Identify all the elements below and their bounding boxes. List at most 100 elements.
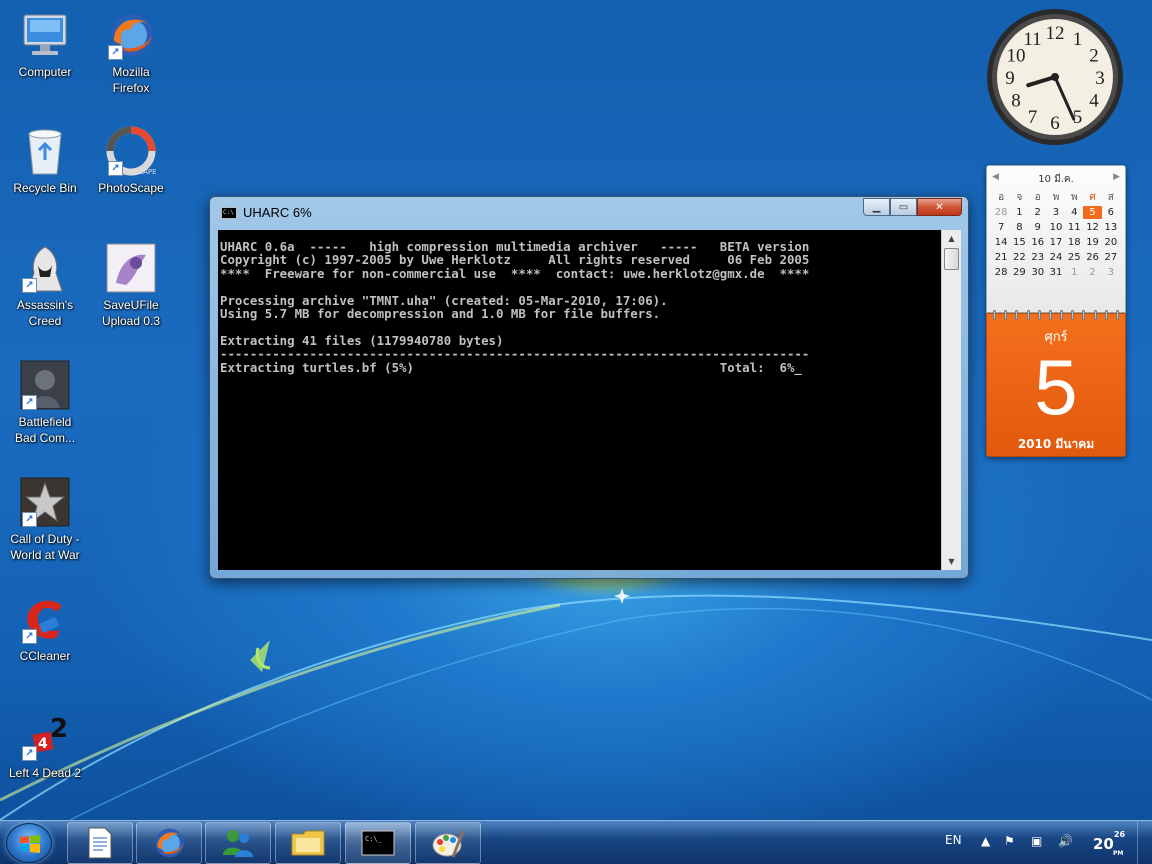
- calendar-day[interactable]: 2: [1083, 266, 1101, 279]
- taskbar-clock[interactable]: 2026 PM: [1093, 830, 1125, 857]
- calendar-day[interactable]: 30: [1029, 266, 1047, 279]
- calendar-day[interactable]: 3: [1102, 266, 1120, 279]
- desktop-icon-left4dead2[interactable]: 4 2 ↗ Left 4 Dead 2: [0, 711, 90, 781]
- action-center-flag-icon[interactable]: ⚑: [1004, 834, 1015, 848]
- console-window[interactable]: C:\ UHARC 6% ▁ ▭ ✕ UHARC 0.6a ----- high…: [209, 196, 969, 579]
- maximize-button[interactable]: ▭: [890, 198, 917, 216]
- language-indicator[interactable]: EN: [945, 833, 962, 847]
- calendar-day[interactable]: 1: [1010, 206, 1028, 219]
- show-hidden-icons-icon[interactable]: ▲: [981, 834, 990, 848]
- calendar-day[interactable]: 1: [1065, 266, 1083, 279]
- console-output[interactable]: UHARC 0.6a ----- high compression multim…: [218, 230, 941, 570]
- desktop-icon-ccleaner[interactable]: ↗ CCleaner: [0, 594, 90, 664]
- clock-gadget[interactable]: 12 1 2 3 4 5 6 7 8 9 10 11: [985, 7, 1125, 147]
- calendar-day[interactable]: 15: [1010, 236, 1028, 249]
- next-month-icon[interactable]: ▶: [1113, 172, 1120, 187]
- svg-text:TOSCAPE: TOSCAPE: [123, 168, 156, 176]
- calendar-gadget[interactable]: ◀ 10 มี.ค. ▶ อจอพพศส 28 1 2 3 4 5 6 7 8 9 10 11 12 13 1…: [986, 165, 1126, 457]
- binder-rings: [993, 310, 1119, 320]
- calendar-day[interactable]: 18: [1065, 236, 1083, 249]
- desktop-icon-photoscape[interactable]: TOSCAPE ↗ PhotoScape: [86, 126, 176, 196]
- svg-text:4: 4: [38, 736, 48, 752]
- desktop-icon-label: CCleaner: [19, 649, 71, 663]
- calendar-day[interactable]: 11: [1065, 221, 1083, 234]
- calendar-day[interactable]: 31: [1047, 266, 1065, 279]
- calendar-day[interactable]: 21: [992, 251, 1010, 264]
- recycle-bin-icon: [20, 126, 70, 176]
- desktop-icon-battlefield[interactable]: ↗ Battlefield Bad Com...: [0, 360, 90, 446]
- desktop[interactable]: Computer ↗ Mozilla Firefox Recycle Bin T…: [0, 0, 1152, 864]
- calendar-day[interactable]: 14: [992, 236, 1010, 249]
- calendar-day[interactable]: 9: [1029, 221, 1047, 234]
- calendar-day[interactable]: 16: [1029, 236, 1047, 249]
- calendar-day[interactable]: 26: [1083, 251, 1101, 264]
- desktop-icon-firefox[interactable]: ↗ Mozilla Firefox: [86, 10, 176, 96]
- calendar-day[interactable]: 19: [1083, 236, 1101, 249]
- calendar-day[interactable]: 17: [1047, 236, 1065, 249]
- desktop-icon-saveufile[interactable]: SaveUFile Upload 0.3: [86, 243, 176, 329]
- calendar-day[interactable]: 7: [992, 221, 1010, 234]
- prev-month-icon[interactable]: ◀: [992, 172, 999, 187]
- calendar-day[interactable]: 25: [1065, 251, 1083, 264]
- network-icon[interactable]: ▣: [1031, 834, 1042, 848]
- calendar-grid: อจอพพศส 28 1 2 3 4 5 6 7 8 9 10 11 12 13 14 15 16 17 18 19 20…: [992, 191, 1120, 279]
- calendar-day[interactable]: 20: [1102, 236, 1120, 249]
- calendar-day[interactable]: 6: [1102, 206, 1120, 219]
- paint-icon: [432, 830, 465, 858]
- desktop-icon-computer[interactable]: Computer: [0, 10, 90, 80]
- calendar-day[interactable]: 12: [1083, 221, 1101, 234]
- desktop-icon-label: Call of Duty - World at War: [10, 532, 80, 562]
- show-desktop-button[interactable]: [1137, 821, 1152, 864]
- console-text: UHARC 0.6a ----- high compression multim…: [220, 239, 810, 375]
- taskbar-documents-button[interactable]: [67, 822, 133, 864]
- calendar-today[interactable]: 5: [1083, 206, 1102, 219]
- calendar-day[interactable]: 22: [1010, 251, 1028, 264]
- close-button[interactable]: ✕: [917, 198, 962, 216]
- clock-numeral: 8: [1011, 91, 1021, 112]
- calendar-day[interactable]: 24: [1047, 251, 1065, 264]
- taskbar-paint-button[interactable]: [415, 822, 481, 864]
- desktop-icon-label: Computer: [18, 65, 72, 79]
- desktop-icon-call-of-duty[interactable]: ↗ Call of Duty - World at War: [0, 477, 90, 563]
- desktop-icon-assassins-creed[interactable]: ↗ Assassin's Creed: [0, 243, 90, 329]
- calendar-day[interactable]: 28: [992, 266, 1010, 279]
- calendar-month-year: 2010 มีนาคม: [1017, 437, 1095, 451]
- computer-icon: [20, 10, 70, 60]
- calendar-day[interactable]: 29: [1010, 266, 1028, 279]
- call-of-duty-icon: ↗: [20, 477, 70, 527]
- volume-icon[interactable]: 🔊: [1058, 834, 1073, 848]
- taskbar-firefox-button[interactable]: [136, 822, 202, 864]
- shortcut-arrow-icon: ↗: [22, 512, 37, 527]
- calendar-day[interactable]: 10: [1047, 221, 1065, 234]
- calendar-day[interactable]: 13: [1102, 221, 1120, 234]
- clock-numeral: 1: [1073, 29, 1083, 50]
- clock-minute: 26: [1113, 830, 1126, 839]
- window-titlebar[interactable]: C:\ UHARC 6% ▁ ▭ ✕: [210, 197, 968, 229]
- calendar-weekday: ส: [1107, 192, 1114, 203]
- minimize-button[interactable]: ▁: [863, 198, 890, 216]
- clock-ampm: PM: [1113, 850, 1124, 857]
- calendar-day[interactable]: 23: [1029, 251, 1047, 264]
- console-icon: C:\: [221, 207, 237, 219]
- calendar-day[interactable]: 4: [1065, 206, 1083, 219]
- calendar-day[interactable]: 27: [1102, 251, 1120, 264]
- calendar-day-view: ศุกร์ 5 2010 มีนาคม: [986, 310, 1126, 457]
- scroll-up-icon[interactable]: ▲: [942, 230, 961, 247]
- taskbar-messenger-button[interactable]: [205, 822, 271, 864]
- taskbar-console-button[interactable]: C:\_: [345, 822, 411, 864]
- clock-numeral: 4: [1089, 91, 1099, 112]
- calendar-day[interactable]: 2: [1029, 206, 1047, 219]
- calendar-day[interactable]: 28: [992, 206, 1010, 219]
- scroll-down-icon[interactable]: ▼: [942, 553, 961, 570]
- taskbar-explorer-button[interactable]: [275, 822, 341, 864]
- clock-hour: 20: [1093, 835, 1114, 853]
- svg-text:C:\_: C:\_: [365, 835, 383, 843]
- calendar-day[interactable]: 3: [1047, 206, 1065, 219]
- scroll-thumb[interactable]: [944, 248, 959, 270]
- start-button[interactable]: [6, 823, 52, 863]
- desktop-icon-label: Battlefield Bad Com...: [14, 415, 76, 445]
- calendar-day[interactable]: 8: [1010, 221, 1028, 234]
- desktop-icon-recycle-bin[interactable]: Recycle Bin: [0, 126, 90, 196]
- calendar-weekday: พ: [1070, 192, 1078, 203]
- vertical-scrollbar[interactable]: ▲ ▼: [941, 230, 961, 570]
